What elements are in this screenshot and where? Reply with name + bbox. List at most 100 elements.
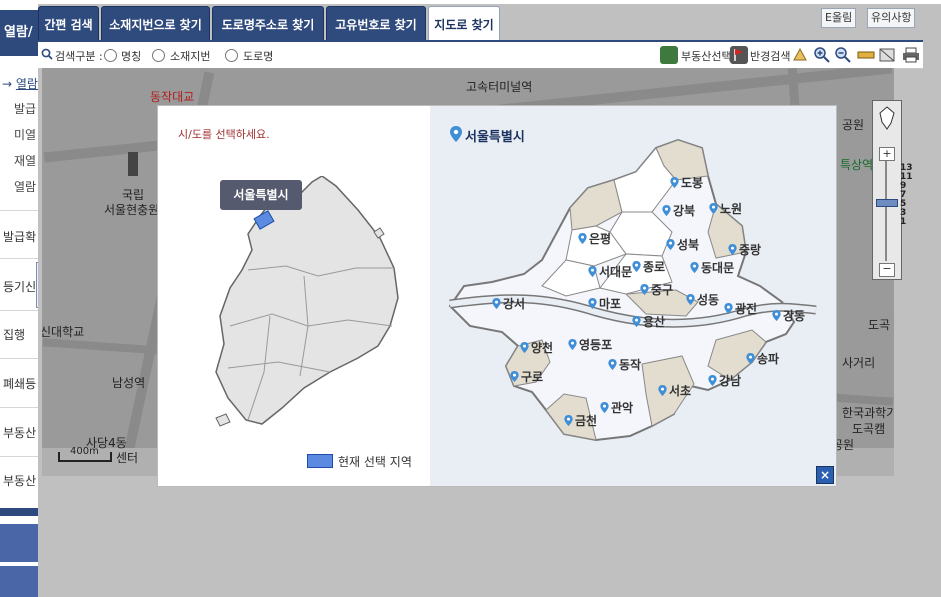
district-pin-icon [492, 298, 501, 309]
sidebar-section-realty[interactable]: 부동산 [3, 424, 36, 441]
zoom-track[interactable] [885, 161, 887, 261]
radio-name[interactable] [104, 49, 117, 62]
district-pin-icon [564, 415, 573, 426]
left-sidebar: 열람/ → 열람 발급 미열 재열 열람 발급확 등기신 집행 폐쇄등 부동산 … [0, 0, 38, 597]
area-measure-icon[interactable] [878, 46, 896, 64]
map-label: 동작대교 [150, 90, 195, 104]
map-tool-icon[interactable] [791, 46, 809, 64]
zoom-slider-handle[interactable] [876, 199, 898, 207]
district-yeongdeungpo[interactable]: 영등포 [568, 336, 612, 353]
sidebar-divider [0, 310, 38, 311]
sidebar-item-unviewed[interactable]: 미열 [14, 126, 36, 143]
ruler-icon[interactable] [857, 46, 875, 64]
district-pin-icon [510, 371, 519, 382]
map-label: 공원 [842, 118, 865, 132]
sidebar-item-view[interactable]: → 열람 [2, 75, 38, 92]
district-guro[interactable]: 구로 [510, 368, 543, 385]
district-yangcheon[interactable]: 양천 [520, 339, 553, 356]
sidebar-banner[interactable] [0, 566, 38, 597]
sidebar-banner[interactable] [0, 524, 38, 562]
district-mapo[interactable]: 마포 [588, 295, 621, 312]
sidebar-section-confirm[interactable]: 발급확 [3, 228, 36, 245]
seoul-map[interactable] [446, 136, 826, 446]
map-navigator-icon[interactable] [877, 105, 897, 134]
district-jungnang[interactable]: 중랑 [728, 241, 761, 258]
search-type-label: 검색구분 : [55, 50, 103, 63]
sidebar-item-issue[interactable]: 발급 [14, 100, 36, 117]
district-seocho[interactable]: 서초 [658, 382, 691, 399]
district-seongbuk[interactable]: 성북 [666, 236, 699, 253]
district-pin-icon [724, 303, 733, 314]
popup-close-button[interactable]: × [816, 466, 834, 484]
map-label: 서울현충원 [104, 203, 160, 217]
notice-button[interactable]: 유의사항 [867, 8, 916, 28]
district-pin-icon [578, 233, 587, 244]
sidebar-section-closed[interactable]: 폐쇄등 [3, 375, 36, 392]
district-dongdaemun[interactable]: 동대문 [690, 259, 734, 276]
district-geumcheon[interactable]: 금천 [564, 412, 597, 429]
popup-instruction: 시/도를 선택하세요. [178, 128, 270, 141]
map-label: 고속터미널역 [466, 80, 533, 94]
monument-icon [128, 152, 138, 176]
district-seongdong[interactable]: 성동 [686, 291, 719, 308]
tab-road-address[interactable]: 도로명주소로 찾기 [212, 6, 324, 42]
flag-icon[interactable] [730, 46, 748, 64]
property-select-label[interactable]: 부동산선택 [681, 48, 732, 64]
district-gwanak[interactable]: 관악 [600, 399, 633, 416]
district-eunpyeong[interactable]: 은평 [578, 230, 611, 247]
map-toolbar: 검색구분 : 명칭 소재지번 도로명 부동산선택 반경검색 [38, 42, 923, 69]
tab-map-search[interactable]: 지도로 찾기 [428, 6, 500, 42]
sidebar-item-view2[interactable]: 열람 [14, 178, 36, 195]
map-label: 특상역 [840, 158, 874, 172]
district-pin-icon [662, 205, 671, 216]
korea-map[interactable] [208, 176, 408, 436]
district-pin-icon [632, 316, 641, 327]
district-jongno[interactable]: 종로 [632, 258, 665, 275]
sidebar-section-realty2[interactable]: 부동산 [3, 472, 36, 489]
tab-lot-number[interactable]: 소재지번으로 찾기 [101, 6, 210, 42]
district-pin-icon [666, 239, 675, 250]
district-pin-icon [709, 203, 718, 214]
district-pin-icon [588, 266, 597, 277]
district-pin-icon [568, 339, 577, 350]
district-pin-icon [640, 284, 649, 295]
zoom-plus-button[interactable]: + [879, 147, 895, 161]
print-icon[interactable] [902, 46, 920, 64]
district-gangnam[interactable]: 강남 [708, 372, 741, 389]
district-gangdong[interactable]: 강동 [772, 307, 805, 324]
radio-road-label: 도로명 [243, 50, 274, 63]
district-yongsan[interactable]: 용산 [632, 313, 665, 330]
sidebar-section-exec[interactable]: 집행 [3, 326, 25, 343]
zoom-in-icon[interactable] [813, 46, 831, 64]
sidebar-section-apply[interactable]: 등기신 [3, 278, 36, 295]
district-pin-icon [686, 294, 695, 305]
sidebar-title: 열람/ [0, 10, 38, 56]
sidebar-item-review[interactable]: 재열 [14, 152, 36, 169]
map-search-window: 간편 검색 소재지번으로 찾기 도로명주소로 찾기 고유번호로 찾기 지도로 찾… [38, 4, 941, 597]
radio-lot[interactable] [152, 49, 165, 62]
district-songpa[interactable]: 송파 [746, 350, 779, 367]
district-junggu[interactable]: 중구 [640, 281, 673, 298]
property-select-icon[interactable] [660, 46, 678, 64]
close-button[interactable]: E올림 [821, 8, 857, 28]
district-pin-icon [708, 375, 717, 386]
district-pin-icon [746, 353, 755, 364]
radio-road[interactable] [225, 49, 238, 62]
district-dongjak[interactable]: 동작 [608, 356, 641, 373]
district-seodaemun[interactable]: 서대문 [588, 263, 632, 280]
zoom-minus-button[interactable]: − [879, 263, 895, 277]
legend-swatch [307, 454, 333, 468]
search-icon [41, 48, 53, 63]
zoom-out-icon[interactable] [834, 46, 852, 64]
zoom-level-labels: 13 11 9 7 5 3 1 [900, 163, 913, 227]
tab-simple-search[interactable]: 간편 검색 [38, 6, 99, 42]
reflect-search-label[interactable]: 반경검색 [750, 48, 790, 64]
district-gwangjin[interactable]: 광진 [724, 300, 757, 317]
district-dobong[interactable]: 도봉 [670, 174, 703, 191]
zoom-control: + − [872, 100, 902, 280]
district-nowon[interactable]: 노원 [709, 200, 742, 217]
district-gangseo[interactable]: 강서 [492, 295, 525, 312]
district-gangbuk[interactable]: 강북 [662, 202, 695, 219]
district-pin-icon [772, 310, 781, 321]
tab-unique-number[interactable]: 고유번호로 찾기 [326, 6, 426, 42]
